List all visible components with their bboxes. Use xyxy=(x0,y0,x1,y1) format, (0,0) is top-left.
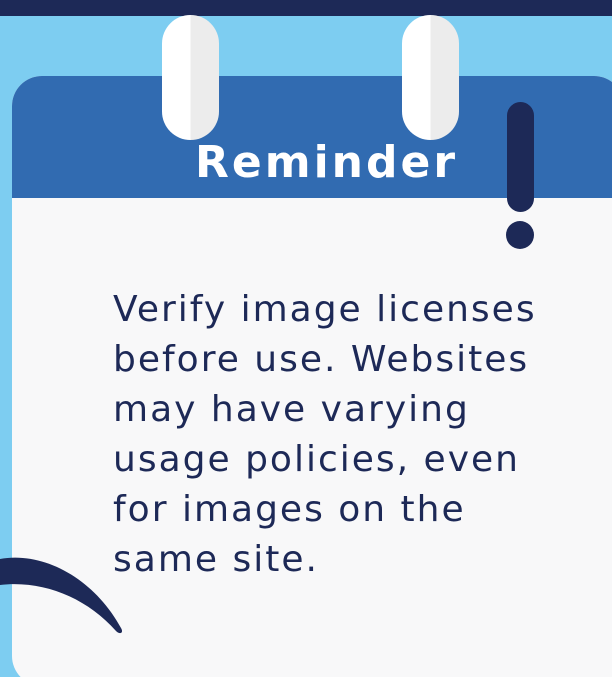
swoosh-decoration xyxy=(0,557,123,634)
top-bar xyxy=(0,0,612,16)
card-title: Reminder xyxy=(195,137,459,188)
binder-ring-right xyxy=(402,15,459,140)
exclamation-dot xyxy=(506,221,534,249)
exclamation-bar xyxy=(507,102,534,212)
reminder-message: Verify image licenses before use. Websit… xyxy=(113,289,537,580)
binder-ring-left xyxy=(162,15,219,140)
